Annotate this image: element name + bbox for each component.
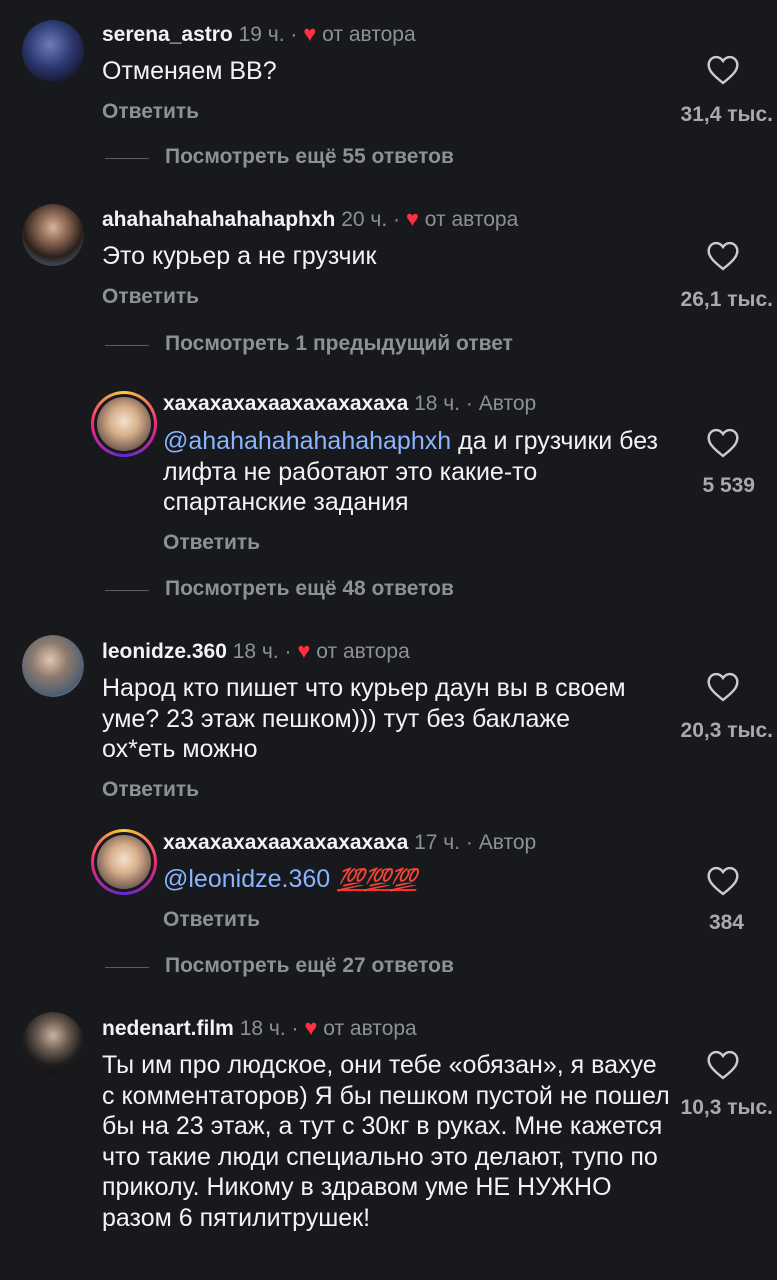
like-count: 20,3 тыс. — [680, 719, 773, 742]
comment-text: Это курьер а не грузчик — [102, 242, 377, 270]
comment-text: Отменяем ВВ? — [102, 57, 277, 85]
avatar[interactable] — [22, 204, 84, 266]
divider — [105, 590, 149, 591]
timestamp: 18 ч. — [414, 392, 461, 415]
view-more-replies-button[interactable]: Посмотреть ещё 27 ответов — [105, 954, 454, 978]
like-count: 384 — [708, 911, 744, 934]
avatar[interactable] — [22, 20, 84, 82]
reply-button[interactable]: Ответить — [102, 100, 199, 124]
username[interactable]: ahahahahahahahaphxh — [102, 208, 335, 231]
username[interactable]: leonidze.360 — [102, 640, 227, 663]
like-count: 31,4 тыс. — [680, 103, 773, 126]
author-like-heart-icon: ♥ — [297, 638, 311, 663]
divider — [105, 158, 149, 159]
separator: · — [393, 208, 401, 231]
heart-outline-icon[interactable] — [706, 428, 740, 458]
author-label: Автор — [478, 392, 537, 415]
like-count: 10,3 тыс. — [680, 1096, 773, 1119]
reply-button[interactable]: Ответить — [102, 778, 199, 802]
avatar-story-ring[interactable] — [91, 829, 157, 895]
divider — [105, 967, 149, 968]
username[interactable]: хахахахахаахахахахаха — [163, 831, 408, 854]
username[interactable]: nedenart.film — [102, 1017, 234, 1040]
timestamp: 17 ч. — [414, 831, 461, 854]
view-more-label: Посмотреть ещё 27 ответов — [165, 954, 454, 977]
timestamp: 18 ч. — [232, 640, 279, 663]
timestamp: 18 ч. — [239, 1017, 286, 1040]
like-count: 5 539 — [702, 474, 755, 497]
avatar-story-ring[interactable] — [91, 391, 157, 457]
author-like-label: от автора — [316, 640, 410, 663]
username[interactable]: хахахахахаахахахахаха — [163, 392, 408, 415]
author-like-heart-icon: ♥ — [304, 1015, 318, 1040]
separator: · — [284, 640, 292, 663]
author-like-label: от автора — [323, 1017, 417, 1040]
view-more-replies-button[interactable]: Посмотреть ещё 48 ответов — [105, 577, 454, 601]
reply-button[interactable]: Ответить — [102, 285, 199, 309]
comment-text: @leonidze.360 💯💯💯 — [163, 864, 683, 896]
separator: · — [291, 1017, 299, 1040]
view-more-label: Посмотреть ещё 55 ответов — [165, 145, 454, 168]
comment-meta: хахахахахаахахахахаха 18 ч. · Автор — [163, 391, 536, 417]
view-more-replies-button[interactable]: Посмотреть ещё 55 ответов — [105, 145, 454, 169]
view-previous-reply-button[interactable]: Посмотреть 1 предыдущий ответ — [105, 332, 513, 356]
divider — [105, 345, 149, 346]
mention-link[interactable]: @ahahahahahahahaphxh — [163, 427, 451, 455]
comment-text: Ты им про людское, они тебе «обязан», я … — [102, 1051, 670, 1232]
view-more-label: Посмотреть ещё 48 ответов — [165, 577, 454, 600]
username[interactable]: serena_astro — [102, 23, 233, 46]
comment-meta: leonidze.360 18 ч. · ♥ от автора — [102, 638, 410, 665]
comment-text: @ahahahahahahahaphxh да и грузчики без л… — [163, 426, 683, 518]
author-label: Автор — [478, 831, 537, 854]
comment-meta: nedenart.film 18 ч. · ♥ от автора — [102, 1015, 417, 1042]
view-more-label: Посмотреть 1 предыдущий ответ — [165, 332, 513, 355]
author-like-heart-icon: ♥ — [303, 21, 317, 46]
comment-meta: serena_astro 19 ч. · ♥ от автора — [102, 21, 416, 48]
separator: · — [465, 392, 473, 415]
heart-outline-icon[interactable] — [706, 241, 740, 271]
avatar[interactable] — [22, 635, 84, 697]
comment-text: Народ кто пишет что курьер даун вы в сво… — [102, 674, 626, 763]
comment-meta: ahahahahahahahaphxh 20 ч. · ♥ от автора — [102, 206, 518, 233]
separator: · — [290, 23, 298, 46]
heart-outline-icon[interactable] — [706, 672, 740, 702]
hundred-points-emoji: 💯💯💯 — [337, 867, 417, 892]
heart-outline-icon[interactable] — [706, 1050, 740, 1080]
like-count: 26,1 тыс. — [680, 288, 773, 311]
separator: · — [465, 831, 473, 854]
author-like-heart-icon: ♥ — [405, 206, 419, 231]
timestamp: 19 ч. — [238, 23, 285, 46]
heart-outline-icon[interactable] — [706, 866, 740, 896]
mention-link[interactable]: @leonidze.360 — [163, 865, 330, 893]
heart-outline-icon[interactable] — [706, 55, 740, 85]
reply-button[interactable]: Ответить — [163, 908, 260, 932]
author-like-label: от автора — [424, 208, 519, 231]
reply-button[interactable]: Ответить — [163, 531, 260, 555]
timestamp: 20 ч. — [341, 208, 388, 231]
comment-meta: хахахахахаахахахахаха 17 ч. · Автор — [163, 830, 536, 856]
author-like-label: от автора — [322, 23, 416, 46]
avatar[interactable] — [22, 1012, 84, 1074]
